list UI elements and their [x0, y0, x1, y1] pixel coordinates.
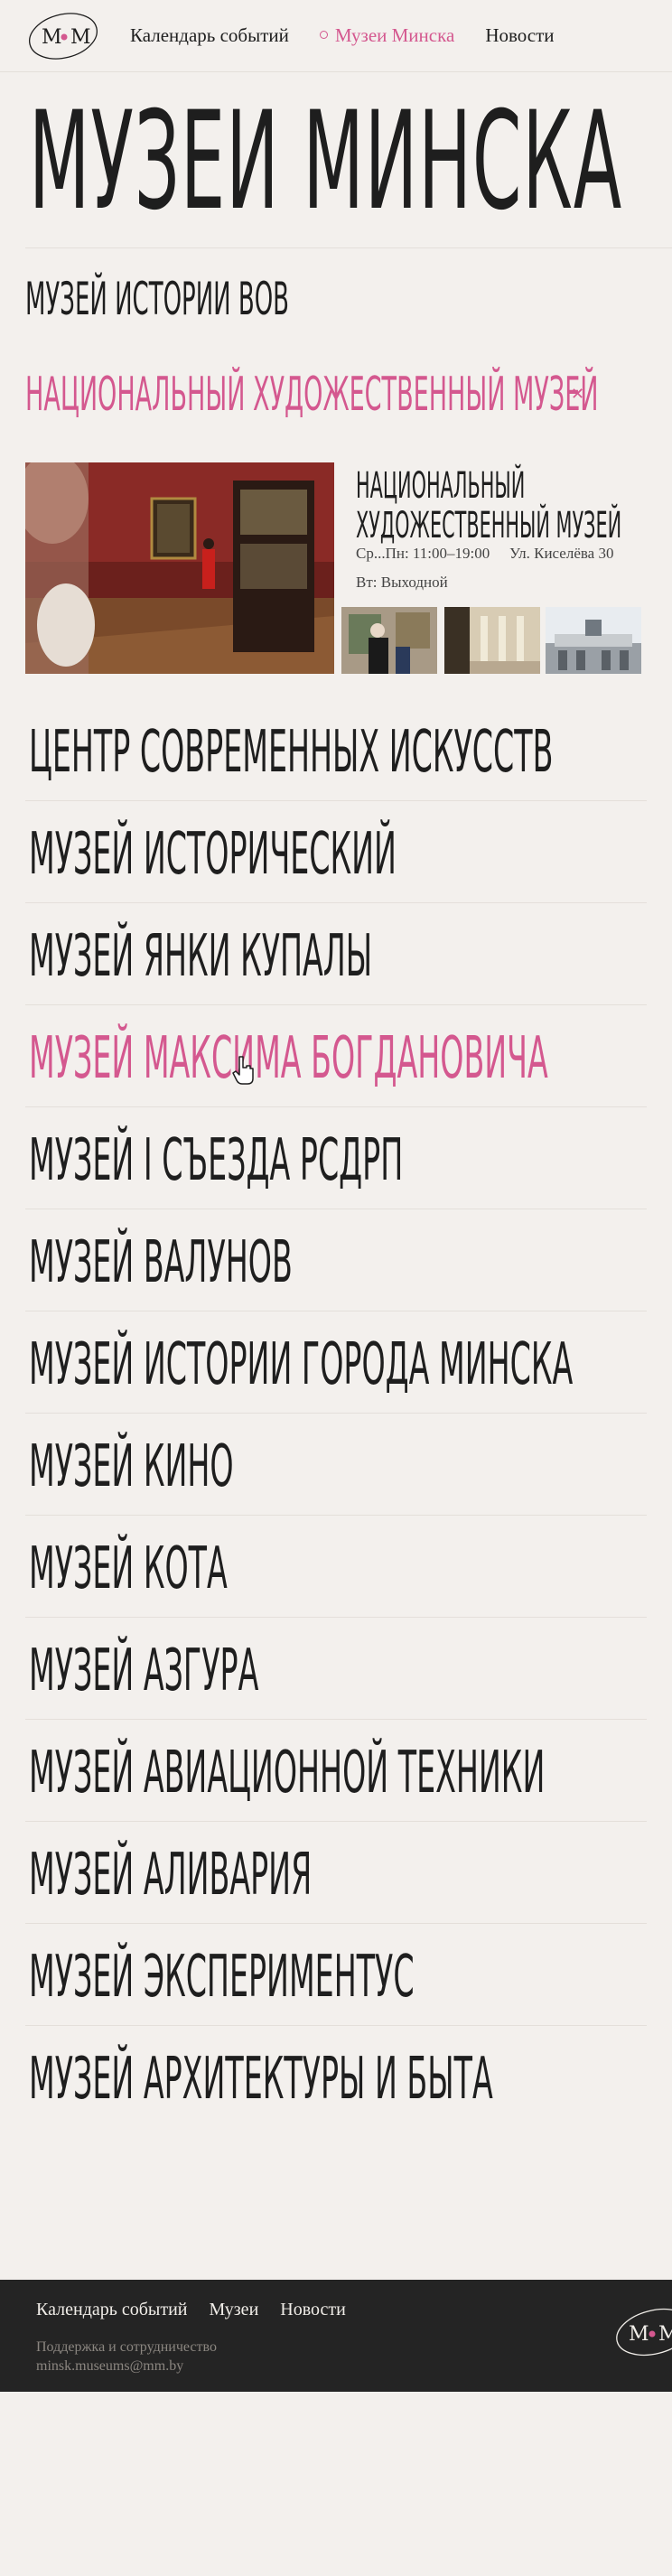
nav-museums[interactable]: Музеи Минска [319, 24, 455, 47]
expanded-museum-name: Национальный художественный музей [356, 466, 645, 546]
svg-text:M: M [629, 2323, 649, 2346]
museum-item[interactable]: Музей Аливария [25, 1822, 647, 1924]
divider [25, 247, 672, 248]
museum-item-label: Музей Максима Богдановича [29, 1025, 548, 1092]
museum-photo-thumb[interactable] [444, 607, 540, 674]
active-dot-icon [319, 31, 328, 39]
footer-nav-calendar[interactable]: Календарь событий [36, 2300, 188, 2320]
svg-text:M: M [42, 26, 62, 49]
nav-news[interactable]: Новости [485, 24, 554, 47]
museum-item-vov[interactable]: Музей истории ВОВ [25, 271, 647, 327]
museum-item[interactable]: Музей исторический [25, 801, 647, 903]
page-title-text: Музеи Минска [29, 83, 623, 240]
museum-item-label: Центр современных искусств [29, 719, 554, 786]
museum-item[interactable]: Музей кота [25, 1516, 647, 1618]
museum-item[interactable]: Музей Азгура [25, 1618, 647, 1720]
museum-item[interactable]: Центр современных искусств [25, 699, 647, 801]
museum-item-label: Музей Экспериментус [29, 1944, 415, 2011]
logo-icon[interactable]: M M [27, 11, 101, 61]
site-header: M M Календарь событий Музеи Минска Новос… [0, 0, 672, 72]
nav-museums-label: Музеи Минска [334, 24, 455, 46]
museum-item-label: Музей Янки Купалы [29, 923, 373, 990]
svg-text:M: M [70, 26, 91, 49]
museum-item-label: Музей архитектуры и быта [29, 2046, 493, 2113]
museum-address: Ул. Киселёва 30 [509, 545, 614, 562]
museum-item[interactable]: Музей I съезда РСДРП [25, 1107, 647, 1209]
museum-item[interactable]: Музей Янки Купалы [25, 903, 647, 1005]
footer-support: Поддержка и сотрудничество minsk.museums… [36, 2338, 217, 2375]
expanded-museum-name-text: Национальный художественный музей [356, 465, 622, 546]
museum-item-label: Музей истории города Минска [29, 1331, 574, 1398]
museum-item-label: Музей авиационной техники [29, 1740, 546, 1806]
museum-item-label: Музей Аливария [29, 1842, 313, 1909]
museum-photo-thumb[interactable] [341, 607, 437, 674]
museum-item[interactable]: Музей архитектуры и быта [25, 2026, 647, 2128]
page-title: Музеи Минска [29, 76, 672, 247]
svg-text:M: M [658, 2323, 672, 2346]
support-email[interactable]: minsk.museums@mm.by [36, 2357, 217, 2375]
museum-item[interactable]: Музей авиационной техники [25, 1720, 647, 1822]
museum-item-label: Музей кота [29, 1535, 228, 1602]
footer-logo-icon[interactable]: M M [611, 2300, 672, 2363]
pointer-cursor-icon [232, 1056, 254, 1085]
footer-nav-news[interactable]: Новости [280, 2300, 346, 2320]
museum-item-label: Музей кино [29, 1433, 234, 1500]
footer-nav-museums[interactable]: Музеи [210, 2300, 259, 2320]
nav-calendar[interactable]: Календарь событий [130, 24, 289, 47]
museum-item[interactable]: Музей кино [25, 1414, 647, 1516]
museum-item-label: Музей истории ВОВ [25, 273, 290, 325]
footer-nav: Календарь событий Музеи Новости [36, 2300, 346, 2320]
museum-photo-thumb[interactable] [546, 607, 641, 674]
museum-main-photo [25, 462, 334, 674]
museum-item-label: Музей валунов [29, 1229, 293, 1296]
museum-item[interactable]: Музей Экспериментус [25, 1924, 647, 2026]
museum-item[interactable]: Музей валунов [25, 1209, 647, 1311]
museum-item-label: Музей I съезда РСДРП [29, 1127, 404, 1194]
opening-hours: Ср...Пн: 11:00–19:00 [356, 545, 490, 562]
museum-item-hovered[interactable]: Музей Максима Богдановича [25, 1005, 647, 1107]
museum-item[interactable]: Музей истории города Минска [25, 1311, 647, 1414]
close-icon[interactable]: ✕ [571, 387, 587, 403]
museum-item-label: Музей исторический [29, 821, 397, 888]
museum-item-expanded[interactable]: Национальный художественный музей [25, 365, 647, 425]
support-label: Поддержка и сотрудничество [36, 2339, 217, 2355]
site-footer: Календарь событий Музеи Новости Поддержк… [0, 2280, 672, 2392]
museum-item-label: Национальный художественный музей [25, 368, 599, 422]
day-off: Вт: Выходной [356, 574, 448, 591]
museum-item-label: Музей Азгура [29, 1638, 259, 1704]
main-nav: Календарь событий Музеи Минска Новости [130, 24, 555, 47]
